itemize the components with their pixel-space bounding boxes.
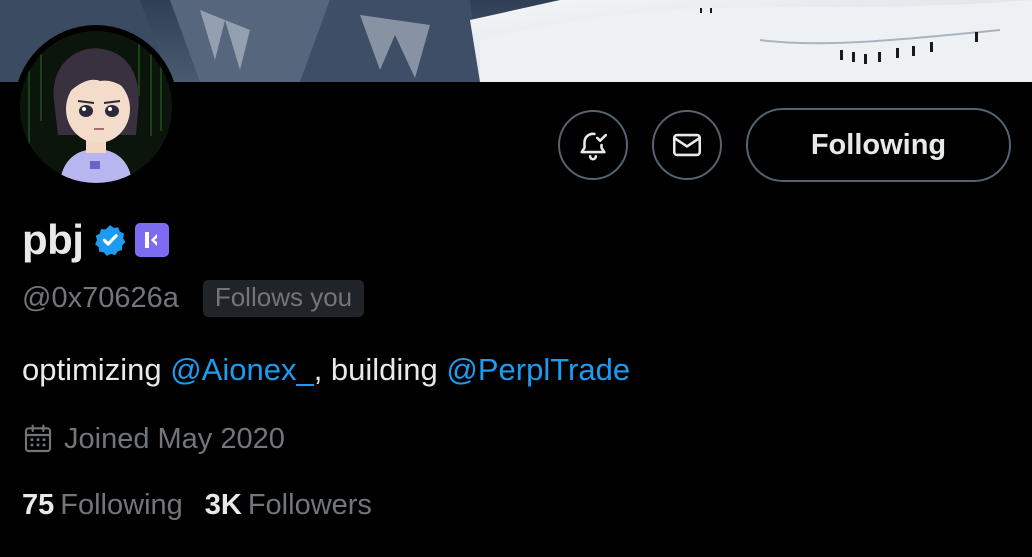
calendar-icon [24, 424, 52, 453]
affiliate-logo-icon [145, 232, 158, 248]
bio-text: optimizing [22, 352, 171, 387]
name-row: pbj [22, 212, 170, 268]
bio-mention-link[interactable]: @PerplTrade [446, 352, 630, 387]
joined-date-row: Joined May 2020 [22, 419, 285, 459]
notification-button[interactable] [558, 110, 628, 180]
display-name: pbj [22, 216, 84, 263]
following-count: 75 [22, 488, 55, 521]
verified-badge-icon[interactable] [93, 223, 127, 257]
avatar[interactable] [20, 31, 172, 183]
following-button[interactable]: Following [746, 108, 1011, 182]
affiliate-badge-icon[interactable] [135, 223, 170, 257]
bell-check-icon [580, 132, 608, 161]
following-count-link[interactable]: 75 Following [22, 489, 183, 522]
bio-text: , building [313, 352, 447, 387]
following-label: Following [60, 488, 183, 521]
followers-count-link[interactable]: 3K Followers [205, 489, 372, 522]
envelope-icon [672, 133, 702, 157]
follow-stats: 75 Following 3K Followers [22, 484, 372, 526]
joined-date: Joined May 2020 [64, 422, 285, 455]
message-button[interactable] [652, 110, 722, 180]
followers-count: 3K [204, 488, 242, 521]
handle-row: @0x70626a Follows you [22, 277, 365, 319]
follows-you-badge: Follows you [202, 279, 365, 317]
bio: optimizing @Aionex_, building @PerplTrad… [22, 352, 630, 388]
user-handle: @0x70626a [22, 281, 179, 314]
followers-label: Followers [247, 488, 372, 521]
bio-mention-link[interactable]: @Aionex_ [170, 352, 314, 387]
